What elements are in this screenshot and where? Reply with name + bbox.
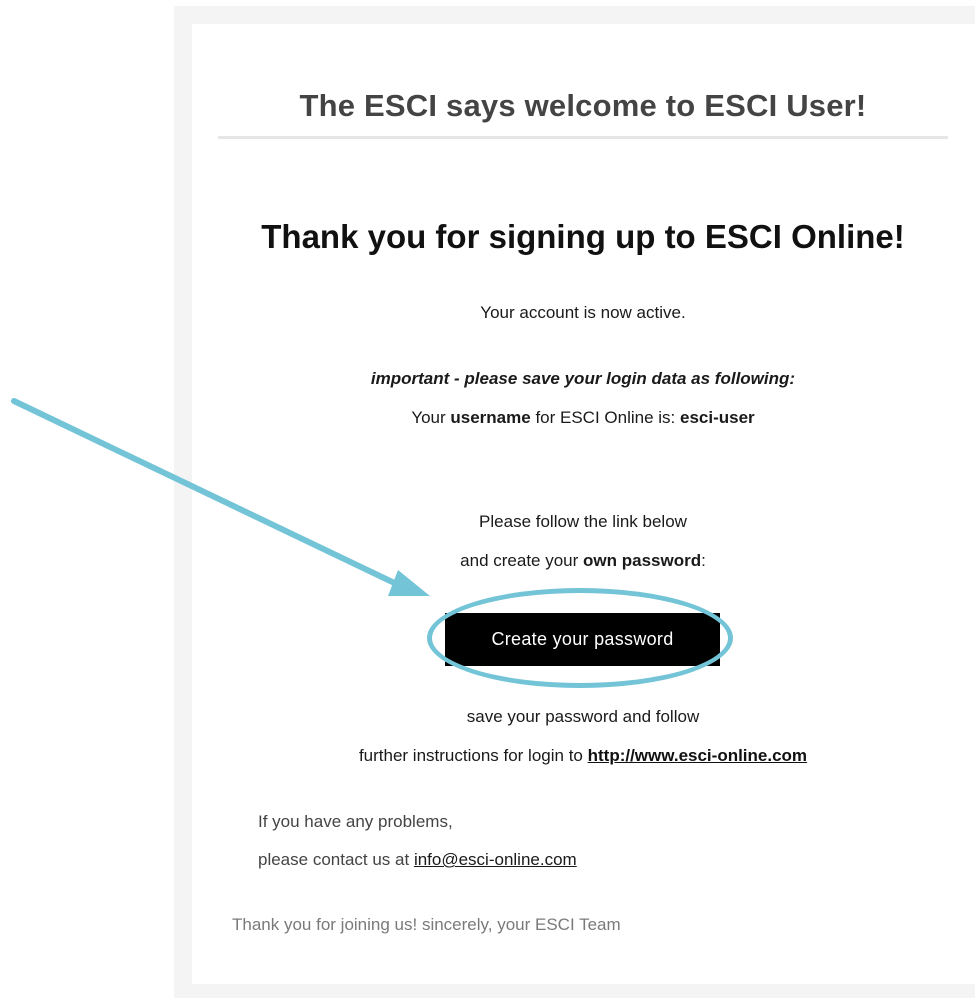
thank-you-heading: Thank you for signing up to ESCI Online!: [261, 218, 905, 255]
create-password-button[interactable]: Create your password: [445, 613, 720, 666]
username-prefix: Your: [411, 408, 451, 427]
username-label: username: [450, 408, 531, 427]
contact-problems-text: If you have any problems,: [258, 812, 453, 831]
follow-link-text: Please follow the link below: [479, 512, 687, 531]
contact-prefix: please contact us at: [258, 850, 414, 869]
header-divider: [218, 136, 948, 139]
email-header-title: The ESCI says welcome to ESCI User!: [299, 88, 867, 123]
important-note: important - please save your login data …: [370, 369, 796, 388]
website-link[interactable]: http://www.esci-online.com: [588, 746, 807, 765]
save-password-text: save your password and follow: [466, 707, 700, 726]
username-value: esci-user: [680, 408, 755, 427]
signoff-text: Thank you for joining us! sincerely, you…: [232, 915, 621, 934]
page: The ESCI says welcome to ESCI User! Than…: [0, 0, 975, 998]
username-line: Your username for ESCI Online is: esci-u…: [218, 408, 948, 428]
create-prefix: and create your: [460, 551, 584, 570]
create-suffix: :: [701, 551, 706, 570]
further-instructions-line: further instructions for login to http:/…: [218, 746, 948, 766]
further-prefix: further instructions for login to: [358, 746, 588, 765]
create-password-line: and create your own password:: [218, 551, 948, 571]
email-card: [192, 24, 975, 984]
contact-line: please contact us at info@esci-online.co…: [258, 850, 577, 870]
contact-email-link[interactable]: info@esci-online.com: [414, 850, 577, 869]
own-password-label: own password: [583, 551, 702, 570]
username-middle: for ESCI Online is:: [530, 408, 680, 427]
account-active-text: Your account is now active.: [480, 303, 686, 322]
